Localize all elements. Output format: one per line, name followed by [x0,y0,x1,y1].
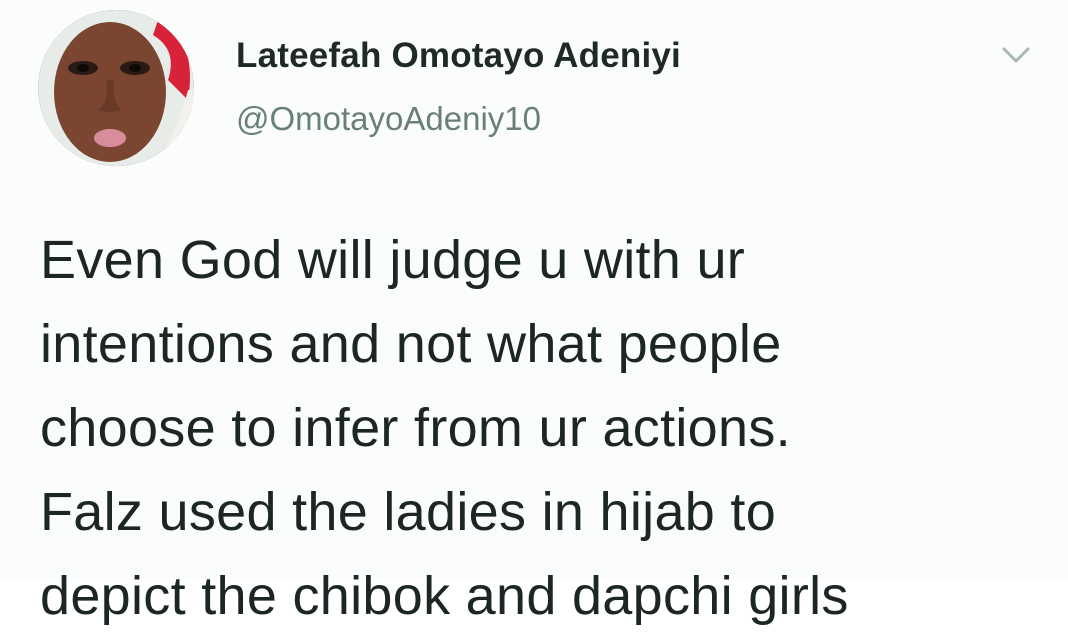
tweet-text-line: Falz used the ladies in hijab to [40,482,777,542]
user-handle[interactable]: @OmotayoAdeniy10 [236,100,541,138]
tweet-text-line: Even God will judge u with ur [40,230,746,290]
tweet-text-line: depict the chibok and dapchi girls [40,566,849,626]
tweet-text: Even God will judge u with ur intentions… [40,218,1050,638]
tweet-text-line: intentions and not what people [40,314,782,374]
avatar[interactable] [38,10,194,166]
tweet-text-line: choose to infer from ur actions. [40,398,791,458]
avatar-image [38,10,194,166]
tweet-card: Lateefah Omotayo Adeniyi @OmotayoAdeniy1… [0,0,1068,626]
display-name[interactable]: Lateefah Omotayo Adeniyi [236,36,681,76]
chevron-down-icon[interactable] [996,40,1036,70]
